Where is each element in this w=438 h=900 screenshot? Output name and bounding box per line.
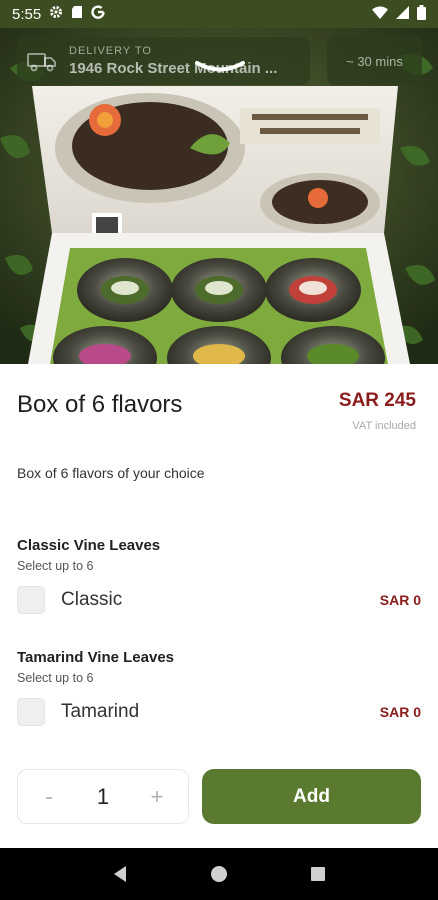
option-group-title: Tamarind Vine Leaves [17,649,175,666]
option-row-classic[interactable]: Classic SAR 0 [17,585,421,615]
battery-icon [417,4,426,24]
home-icon[interactable] [199,854,239,894]
add-to-cart-button[interactable]: Add [202,769,421,824]
option-label: Tamarind [61,701,140,722]
delivery-label: DELIVERY TO [69,45,152,57]
sd-card-icon [71,5,83,23]
option-group-subtitle: Select up to 6 [17,559,94,573]
option-price: SAR 0 [379,704,421,720]
product-price: SAR 245 [338,390,416,411]
product-title: Box of 6 flavors [17,391,183,418]
option-price: SAR 0 [379,592,421,608]
status-time: 5:55 [12,5,42,23]
gear-icon [49,5,63,23]
status-bar: 5:55 [0,0,438,28]
product-description: Box of 6 flavors of your choice [17,465,205,481]
checkbox[interactable] [17,586,45,614]
option-label: Classic [61,589,123,610]
delivery-address-bar[interactable]: DELIVERY TO 1946 Rock Street Mountain ..… [17,37,310,85]
delivery-address: 1946 Rock Street Mountain ... [69,60,278,77]
vat-note: VAT included [352,420,416,432]
delivery-truck-icon [27,53,56,72]
quantity-value: 1 [96,783,110,809]
signal-icon [396,5,409,23]
collapse-chevron-icon[interactable] [194,60,246,74]
back-icon[interactable] [100,854,140,894]
checkbox[interactable] [17,698,45,726]
option-group-title: Classic Vine Leaves [17,537,161,554]
recents-icon[interactable] [298,854,338,894]
increment-button[interactable]: + [148,784,166,810]
option-row-tamarind[interactable]: Tamarind SAR 0 [17,697,421,727]
quantity-stepper: - 1 + [17,769,189,824]
google-icon [91,5,105,23]
wifi-icon [372,6,388,23]
decrement-button[interactable]: - [40,784,58,810]
delivery-eta[interactable]: ~ 30 mins [327,37,422,85]
option-group-subtitle: Select up to 6 [17,671,94,685]
product-sheet: Box of 6 flavors SAR 245 VAT included Bo… [0,364,438,848]
system-nav-bar [0,848,438,900]
